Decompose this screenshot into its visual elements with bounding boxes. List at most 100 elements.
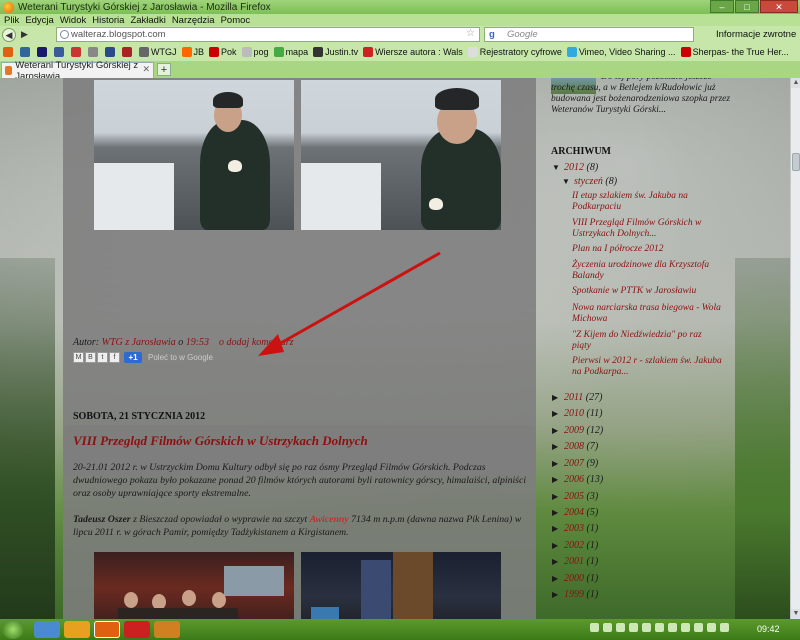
menu-pomoc[interactable]: Pomoc	[221, 15, 251, 26]
archive-post-link[interactable]: Nowa narciarska trasa biegowa - Wola Mic…	[572, 303, 722, 325]
archive-post-link[interactable]: "Z Kijem do Niedźwiedzia" po raz piąty	[572, 330, 722, 352]
tray-icon[interactable]	[707, 623, 716, 632]
bookmark-favicon-icon	[680, 47, 691, 57]
start-button[interactable]	[2, 620, 24, 639]
post-photo-hiker-2[interactable]	[301, 80, 501, 230]
bookmark-item[interactable]	[122, 47, 134, 57]
tray-icon[interactable]	[694, 623, 703, 632]
menu-narzedzia[interactable]: Narzędzia	[172, 15, 215, 26]
archive-month-styczen[interactable]: ▼ styczeń (8)	[562, 176, 617, 187]
bookmark-item[interactable]: pog	[241, 47, 269, 57]
taskbar-explorer-icon[interactable]	[64, 621, 90, 638]
bookmark-item[interactable]	[88, 47, 100, 57]
bookmark-item[interactable]	[105, 47, 117, 57]
archive-year-2001[interactable]: ▶ 2001 (1)	[552, 556, 598, 567]
archive-post-link[interactable]: Plan na I półrocze 2012	[572, 244, 722, 255]
collapse-triangle-icon[interactable]: ▼	[552, 163, 564, 172]
post-title-link[interactable]: VIII Przegląd Filmów Górskich w Ustrzyka…	[73, 433, 368, 449]
tray-icon[interactable]	[681, 623, 690, 632]
bookmark-item[interactable]	[71, 47, 83, 57]
tray-icon[interactable]	[590, 623, 599, 632]
bookmark-item[interactable]	[3, 47, 15, 57]
archive-year-2005[interactable]: ▶ 2005 (3)	[552, 491, 598, 502]
forward-button[interactable]: ▶	[18, 28, 31, 41]
archive-post-link[interactable]: Pierwsi w 2012 r - szlakiem św. Jakuba n…	[572, 356, 722, 378]
bookmark-item[interactable]: Rejestratory cyfrowe	[467, 47, 562, 57]
bookmark-item[interactable]: Vimeo, Video Sharing ...	[566, 47, 676, 57]
tray-icon[interactable]	[720, 623, 729, 632]
taskbar-ie-icon[interactable]	[34, 621, 60, 638]
tray-icon[interactable]	[629, 623, 638, 632]
bookmark-item[interactable]: Wiersze autora : Wals	[363, 47, 463, 57]
archive-year-2000[interactable]: ▶ 2000 (1)	[552, 573, 598, 584]
bookmark-item[interactable]: mapa	[273, 47, 308, 57]
tray-icon[interactable]	[655, 623, 664, 632]
new-tab-button[interactable]: +	[157, 63, 171, 76]
page-viewport[interactable]: Autor: WTG z Jarosławia o 19:53 o dodaj …	[0, 78, 790, 619]
menu-zakladki[interactable]: Zakładki	[130, 15, 165, 26]
bookmark-star-icon[interactable]: ☆	[466, 28, 475, 39]
menu-widok[interactable]: Widok	[60, 15, 86, 26]
menu-edycja[interactable]: Edycja	[25, 15, 54, 26]
scrollbar-thumb[interactable]	[792, 153, 800, 171]
url-bar[interactable]: walteraz.blogspot.com ☆	[56, 27, 480, 42]
bookmark-item[interactable]: Justin.tv	[313, 47, 358, 57]
archive-year-2004[interactable]: ▶ 2004 (5)	[552, 507, 598, 518]
close-button[interactable]: ✕	[760, 0, 798, 13]
post-photo-hiker-1[interactable]	[94, 80, 294, 230]
maximize-button[interactable]: □	[735, 0, 759, 13]
tray-icon[interactable]	[668, 623, 677, 632]
archive-year-2009[interactable]: ▶ 2009 (12)	[552, 425, 603, 436]
scroll-down-arrow-icon[interactable]: ▼	[791, 609, 800, 619]
bookmark-item[interactable]: Pok	[209, 47, 237, 57]
tab-active[interactable]: Weterani Turystyki Górskiej z Jarosławia…	[1, 60, 154, 82]
post-time-link[interactable]: 19:53	[186, 337, 209, 348]
google-search-icon[interactable]: g	[489, 29, 495, 40]
bookmark-item[interactable]: WTGJ	[139, 47, 177, 57]
archive-post-link[interactable]: Życzenia urodzinowe dla Krzysztofa Balan…	[572, 260, 722, 282]
share-twitter-icon[interactable]: t	[97, 352, 108, 363]
bookmark-item[interactable]: Sherpas- the True Her...	[680, 47, 789, 57]
google-plus1-button[interactable]: +1	[124, 352, 142, 363]
archive-year-2002[interactable]: ▶ 2002 (1)	[552, 540, 598, 551]
collapse-triangle-icon[interactable]: ▼	[562, 177, 574, 186]
taskbar-firefox-icon[interactable]	[94, 621, 120, 638]
archive-year-2008[interactable]: ▶ 2008 (7)	[552, 441, 598, 452]
taskbar-clock[interactable]: 09:42	[757, 624, 780, 634]
taskbar-acrobat-icon[interactable]	[124, 621, 150, 638]
archive-year-2003[interactable]: ▶ 2003 (1)	[552, 523, 598, 534]
post-photo-audience[interactable]	[94, 552, 294, 619]
share-facebook-icon[interactable]: f	[109, 352, 120, 363]
site-identity-icon[interactable]	[60, 30, 69, 39]
archive-year-2011[interactable]: ▶ 2011 (27)	[552, 392, 602, 403]
peak-link[interactable]: Awicenny	[310, 514, 349, 525]
tab-close-icon[interactable]: ✕	[142, 64, 150, 75]
menu-historia[interactable]: Historia	[92, 15, 124, 26]
tray-icon[interactable]	[603, 623, 612, 632]
archive-year-2006[interactable]: ▶ 2006 (13)	[552, 474, 603, 485]
vertical-scrollbar[interactable]: ▲ ▼	[790, 78, 800, 619]
archive-post-link[interactable]: II etap szlakiem św. Jakuba na Podkarpac…	[572, 191, 722, 213]
back-button[interactable]: ◀	[2, 27, 16, 42]
post-photo-screen[interactable]	[301, 552, 501, 619]
bookmark-item[interactable]: JB	[181, 47, 204, 57]
archive-post-link[interactable]: VIII Przegląd Filmów Górskich w Ustrzyka…	[572, 218, 722, 240]
menu-plik[interactable]: Plik	[4, 15, 19, 26]
tray-icon[interactable]	[616, 623, 625, 632]
archive-year-1999[interactable]: ▶ 1999 (1)	[552, 589, 598, 600]
search-input[interactable]: g Google	[484, 27, 694, 42]
bookmark-item[interactable]	[54, 47, 66, 57]
archive-year-2012[interactable]: ▼ 2012 (8)	[552, 162, 598, 173]
tray-icon[interactable]	[642, 623, 651, 632]
minimize-button[interactable]: –	[710, 0, 734, 13]
archive-year-2010[interactable]: ▶ 2010 (11)	[552, 408, 602, 419]
bookmark-item[interactable]	[20, 47, 32, 57]
share-blogger-icon[interactable]: B	[85, 352, 96, 363]
share-email-icon[interactable]: M	[73, 352, 84, 363]
bookmark-item[interactable]	[37, 47, 49, 57]
taskbar-app-icon[interactable]	[154, 621, 180, 638]
archive-year-2007[interactable]: ▶ 2007 (9)	[552, 458, 598, 469]
archive-post-link[interactable]: Spotkanie w PTTK w Jarosławiu	[572, 286, 722, 297]
author-link[interactable]: WTG z Jarosławia	[102, 337, 176, 348]
scroll-up-arrow-icon[interactable]: ▲	[791, 78, 800, 88]
